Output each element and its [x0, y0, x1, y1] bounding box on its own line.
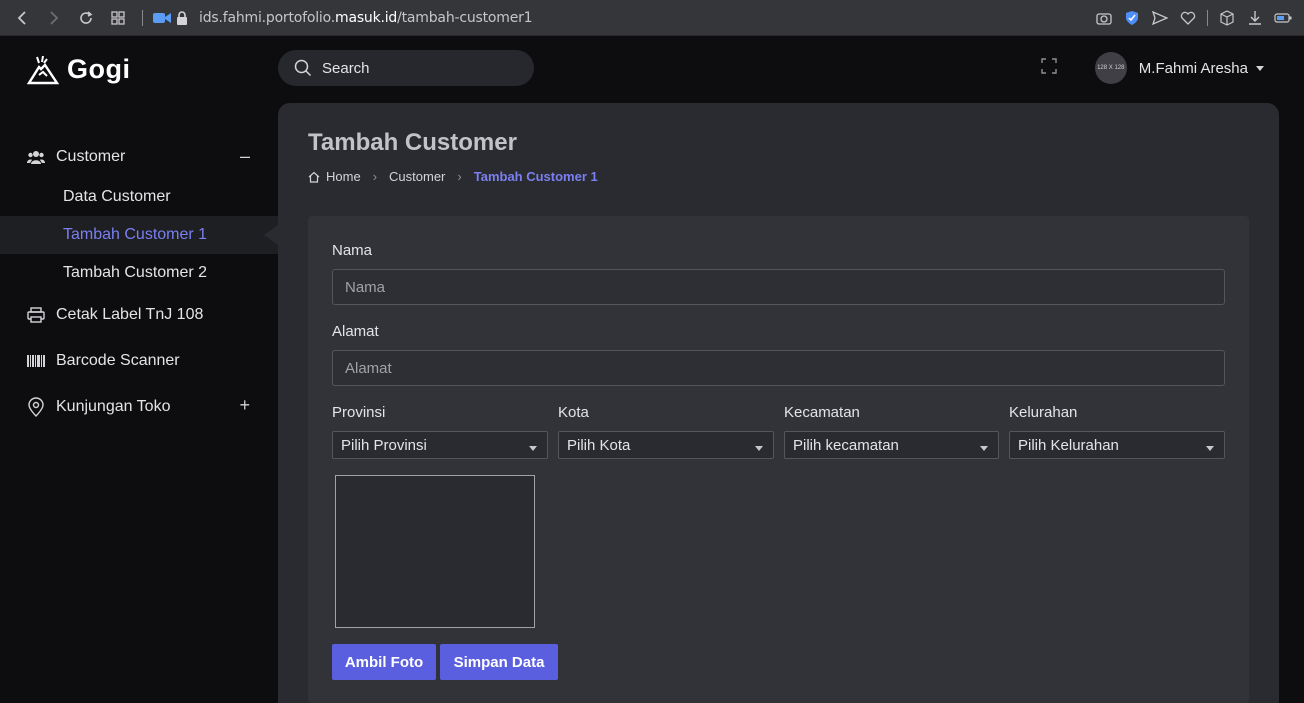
provinsi-label: Provinsi	[332, 404, 386, 421]
camera-icon[interactable]	[151, 4, 173, 32]
users-icon	[26, 147, 46, 167]
download-icon[interactable]	[1242, 4, 1268, 32]
dropdown-arrow-icon	[1206, 446, 1214, 451]
forward-icon[interactable]	[38, 4, 70, 32]
alamat-label: Alamat	[332, 323, 379, 340]
breadcrumb-customer[interactable]: Customer	[389, 169, 445, 184]
map-pin-icon	[26, 397, 46, 417]
tabs-grid-icon[interactable]	[102, 4, 134, 32]
expand-icon[interactable]: +	[239, 395, 250, 416]
chevron-right-icon: ›	[457, 169, 462, 184]
search-placeholder: Search	[322, 59, 370, 77]
send-icon[interactable]	[1147, 4, 1173, 32]
breadcrumb: Home › Customer › Tambah Customer 1	[308, 169, 598, 184]
screenshot-icon[interactable]	[1091, 4, 1117, 32]
volcano-logo-icon	[27, 55, 59, 84]
main-content: Tambah Customer Home › Customer › Tambah…	[278, 103, 1279, 703]
reload-icon[interactable]	[70, 4, 102, 32]
box-icon[interactable]	[1214, 4, 1240, 32]
collapse-icon[interactable]: –	[240, 146, 250, 167]
kota-value: Pilih Kota	[567, 436, 631, 454]
chevron-down-icon[interactable]	[1256, 65, 1264, 71]
printer-icon	[26, 305, 46, 325]
kecamatan-value: Pilih kecamatan	[793, 436, 899, 454]
search-input[interactable]: Search	[278, 50, 534, 86]
kelurahan-label: Kelurahan	[1009, 404, 1078, 421]
provinsi-select[interactable]: Pilih Provinsi	[332, 431, 548, 459]
app-name: Gogi	[67, 54, 131, 84]
user-area: 128 X 128 M.Fahmi Aresha	[1041, 52, 1264, 84]
provinsi-value: Pilih Provinsi	[341, 436, 427, 454]
dropdown-arrow-icon	[755, 446, 763, 451]
sidebar-item-label: Barcode Scanner	[56, 352, 180, 369]
app-logo[interactable]: Gogi	[27, 54, 131, 85]
shield-icon[interactable]	[1119, 4, 1145, 32]
sidebar: Gogi Customer – Data Customer Tambah Cus…	[0, 36, 278, 693]
kecamatan-label: Kecamatan	[784, 404, 860, 421]
nama-label: Nama	[332, 242, 373, 259]
kecamatan-select[interactable]: Pilih kecamatan	[784, 431, 999, 459]
search-icon	[294, 59, 312, 77]
avatar[interactable]: 128 X 128	[1094, 52, 1127, 84]
back-icon[interactable]	[6, 4, 38, 32]
lock-icon[interactable]	[173, 4, 191, 32]
toolbar-divider	[142, 9, 143, 26]
sidebar-item-customer[interactable]: Customer –	[0, 136, 278, 178]
sidebar-item-barcode-scanner[interactable]: Barcode Scanner	[0, 338, 278, 384]
user-name[interactable]: M.Fahmi Aresha	[1139, 60, 1248, 77]
page-title: Tambah Customer	[308, 129, 517, 156]
home-icon	[308, 171, 320, 183]
browser-toolbar: ids.fahmi.portofolio.masuk.id/tambah-cus…	[0, 0, 1304, 36]
breadcrumb-home[interactable]: Home	[326, 169, 361, 184]
chevron-right-icon: ›	[372, 169, 378, 184]
battery-icon[interactable]	[1270, 4, 1296, 32]
nama-input[interactable]: Nama	[332, 269, 1225, 305]
breadcrumb-current: Tambah Customer 1	[473, 169, 598, 184]
sidebar-subitem-data-customer[interactable]: Data Customer	[0, 178, 278, 216]
sidebar-subitem-tambah-customer-2[interactable]: Tambah Customer 2	[0, 254, 278, 292]
sidebar-item-label: Customer	[56, 148, 126, 165]
form-card: Nama Nama Alamat Alamat Provinsi Pilih P…	[308, 216, 1249, 703]
ambil-foto-button[interactable]: Ambil Foto	[332, 644, 436, 680]
alamat-input[interactable]: Alamat	[332, 350, 1225, 386]
fullscreen-icon[interactable]	[1041, 57, 1057, 79]
simpan-data-button[interactable]: Simpan Data	[440, 644, 558, 680]
sidebar-item-label: Kunjungan Toko	[56, 398, 171, 415]
kota-label: Kota	[558, 404, 589, 421]
sidebar-subitem-tambah-customer-1[interactable]: Tambah Customer 1	[0, 216, 278, 254]
sidebar-item-cetak-label[interactable]: Cetak Label TnJ 108	[0, 292, 278, 338]
toolbar-divider	[1207, 10, 1208, 26]
kelurahan-value: Pilih Kelurahan	[1018, 436, 1119, 454]
kelurahan-select[interactable]: Pilih Kelurahan	[1009, 431, 1225, 459]
photo-preview	[335, 475, 535, 628]
kota-select[interactable]: Pilih Kota	[558, 431, 774, 459]
sidebar-menu: Customer – Data Customer Tambah Customer…	[0, 136, 278, 430]
dropdown-arrow-icon	[529, 446, 537, 451]
address-bar[interactable]: ids.fahmi.portofolio.masuk.id/tambah-cus…	[199, 10, 533, 26]
barcode-icon	[26, 351, 46, 371]
heart-icon[interactable]	[1175, 4, 1201, 32]
sidebar-item-label: Cetak Label TnJ 108	[56, 306, 204, 323]
dropdown-arrow-icon	[980, 446, 988, 451]
sidebar-item-kunjungan-toko[interactable]: Kunjungan Toko +	[0, 384, 278, 430]
